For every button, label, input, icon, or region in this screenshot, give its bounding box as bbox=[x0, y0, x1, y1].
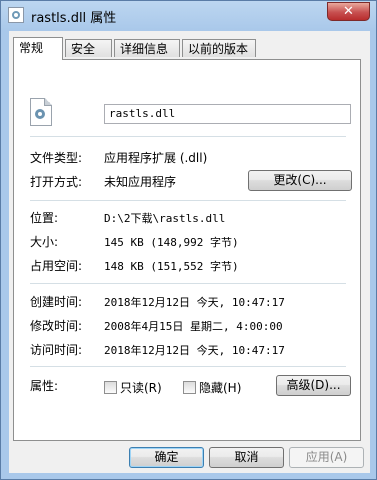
size-on-disk-value: 148 KB (151,552 字节) bbox=[104, 260, 239, 273]
created-label: 创建时间: bbox=[30, 295, 83, 309]
close-button[interactable]: ✕ bbox=[327, 2, 370, 21]
opens-with-label: 打开方式: bbox=[30, 175, 83, 189]
file-type-value: 应用程序扩展 (.dll) bbox=[104, 151, 208, 165]
size-value: 145 KB (148,992 字节) bbox=[104, 236, 239, 249]
title-bar[interactable]: rastls.dll 属性 ✕ bbox=[1, 1, 376, 31]
separator bbox=[30, 283, 346, 284]
cancel-button[interactable]: 取消 bbox=[209, 447, 284, 468]
file-type-label: 文件类型: bbox=[30, 151, 83, 165]
tab-previous-versions[interactable]: 以前的版本 bbox=[182, 39, 256, 57]
apply-button[interactable]: 应用(A) bbox=[289, 447, 364, 468]
opens-with-value: 未知应用程序 bbox=[104, 175, 177, 189]
general-panel: rastls.dll 文件类型: 应用程序扩展 (.dll) 打开方式: 未知应… bbox=[13, 59, 361, 441]
separator bbox=[30, 200, 346, 201]
change-button[interactable]: 更改(C)... bbox=[248, 170, 352, 191]
hidden-checkbox[interactable]: 隐藏(H) bbox=[183, 379, 241, 396]
dll-gear-file-icon bbox=[30, 98, 52, 126]
accessed-value: 2018年12月12日 今天, 10:47:17 bbox=[104, 344, 285, 357]
created-value: 2018年12月12日 今天, 10:47:17 bbox=[104, 296, 285, 309]
checkbox-box[interactable] bbox=[104, 381, 117, 394]
tab-security[interactable]: 安全 bbox=[65, 39, 112, 57]
modified-value: 2008年4月15日 星期二, 4:00:00 bbox=[104, 320, 283, 333]
readonly-checkbox[interactable]: 只读(R) bbox=[104, 379, 162, 396]
dialog-client: 常规 安全 详细信息 以前的版本 rastls.dll 文件类型: 应用程序扩展… bbox=[9, 31, 370, 473]
separator bbox=[30, 136, 346, 137]
tab-general[interactable]: 常规 bbox=[13, 37, 63, 60]
location-label: 位置: bbox=[30, 211, 59, 225]
modified-label: 修改时间: bbox=[30, 319, 83, 333]
window-title: rastls.dll 属性 bbox=[31, 11, 117, 26]
size-label: 大小: bbox=[30, 235, 59, 249]
size-on-disk-label: 占用空间: bbox=[30, 259, 83, 273]
ok-button[interactable]: 确定 bbox=[129, 447, 204, 468]
dll-file-icon bbox=[8, 7, 24, 23]
location-value: D:\2下载\rastls.dll bbox=[104, 212, 226, 225]
accessed-label: 访问时间: bbox=[30, 343, 83, 357]
separator bbox=[30, 366, 346, 367]
attributes-label: 属性: bbox=[30, 379, 59, 393]
advanced-button[interactable]: 高级(D)... bbox=[276, 375, 351, 396]
readonly-label: 只读(R) bbox=[120, 381, 162, 395]
properties-window: rastls.dll 属性 ✕ 常规 安全 详细信息 以前的版本 rastls.… bbox=[0, 0, 377, 480]
hidden-label: 隐藏(H) bbox=[199, 381, 242, 395]
file-name-field[interactable]: rastls.dll bbox=[104, 104, 351, 124]
checkbox-box[interactable] bbox=[183, 381, 196, 394]
tab-details[interactable]: 详细信息 bbox=[114, 39, 180, 57]
